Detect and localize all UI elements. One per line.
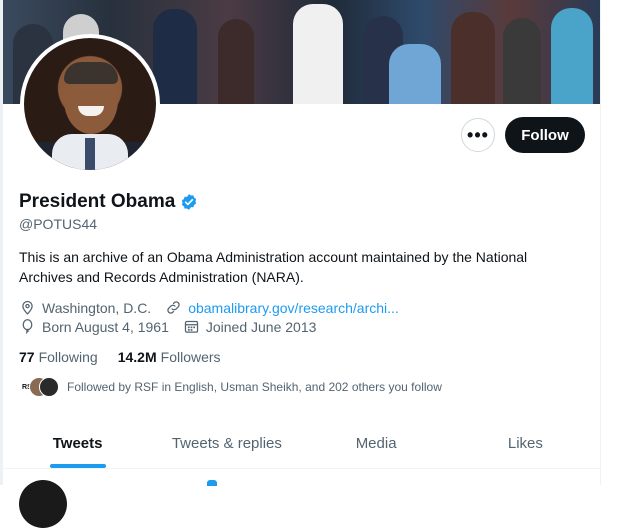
active-tab-indicator: [49, 464, 106, 468]
meta-row-1: Washington, D.C. obamalibrary.gov/resear…: [19, 299, 399, 316]
avatar-hair: [64, 62, 118, 84]
link-icon: [167, 301, 180, 314]
joined-text: Joined June 2013: [205, 318, 317, 335]
mini-avatar: [39, 377, 59, 397]
following-link[interactable]: 77 Following: [19, 349, 98, 365]
profile-tabs: Tweets Tweets & replies Media Likes: [3, 418, 600, 469]
banner-figure: [293, 4, 343, 104]
banner-figure: [451, 12, 495, 104]
more-options-button[interactable]: •••: [461, 118, 495, 152]
profile-handle: @POTUS44: [19, 216, 98, 232]
followers-count: 14.2M: [117, 349, 157, 365]
tab-label: Tweets: [52, 434, 103, 452]
banner-figure: [551, 8, 593, 104]
location-text: Washington, D.C.: [42, 299, 152, 316]
tweet-avatar[interactable]: [19, 480, 67, 528]
birthday-text: Born August 4, 1961: [42, 318, 169, 335]
profile-avatar[interactable]: [24, 38, 156, 170]
location-pin-icon: [22, 300, 33, 315]
verified-badge-icon[interactable]: [180, 193, 198, 211]
following-label: Following: [38, 349, 98, 365]
banner-figure: [153, 9, 197, 104]
right-scroll-gutter: [600, 0, 617, 485]
mini-avatars: RSF: [19, 377, 59, 397]
followed-by-text: Followed by RSF in English, Usman Sheikh…: [67, 380, 442, 394]
followers-label: Followers: [160, 349, 221, 365]
tab-tweets[interactable]: Tweets: [3, 418, 152, 468]
website-link[interactable]: obamalibrary.gov/research/archi...: [188, 300, 399, 316]
tab-label: Likes: [507, 434, 543, 452]
tab-tweets-and-replies[interactable]: Tweets & replies: [152, 418, 301, 468]
tab-label: Tweets & replies: [171, 434, 282, 452]
tab-label: Media: [355, 434, 397, 452]
banner-figure: [389, 44, 441, 104]
profile-bio: This is an archive of an Obama Administr…: [19, 249, 528, 285]
followers-you-know[interactable]: RSF Followed by RSF in English, Usman Sh…: [19, 377, 442, 397]
following-count: 77: [19, 349, 35, 365]
name-row: President Obama: [19, 191, 198, 213]
tab-likes[interactable]: Likes: [451, 418, 600, 468]
banner-figure: [218, 19, 254, 104]
meta-row-2: Born August 4, 1961 Joined June 2013: [19, 318, 316, 335]
calendar-icon: [184, 320, 199, 333]
followers-link[interactable]: 14.2M Followers: [118, 349, 221, 365]
tweet-verified-badge-icon: [207, 480, 217, 486]
banner-figure: [503, 18, 541, 104]
balloon-icon: [22, 319, 33, 334]
follow-stats: 77 Following 14.2M Followers: [19, 349, 221, 365]
tab-media[interactable]: Media: [302, 418, 451, 468]
display-name: President Obama: [19, 191, 176, 212]
avatar-tie: [85, 138, 95, 170]
follow-button[interactable]: Follow: [505, 117, 585, 153]
